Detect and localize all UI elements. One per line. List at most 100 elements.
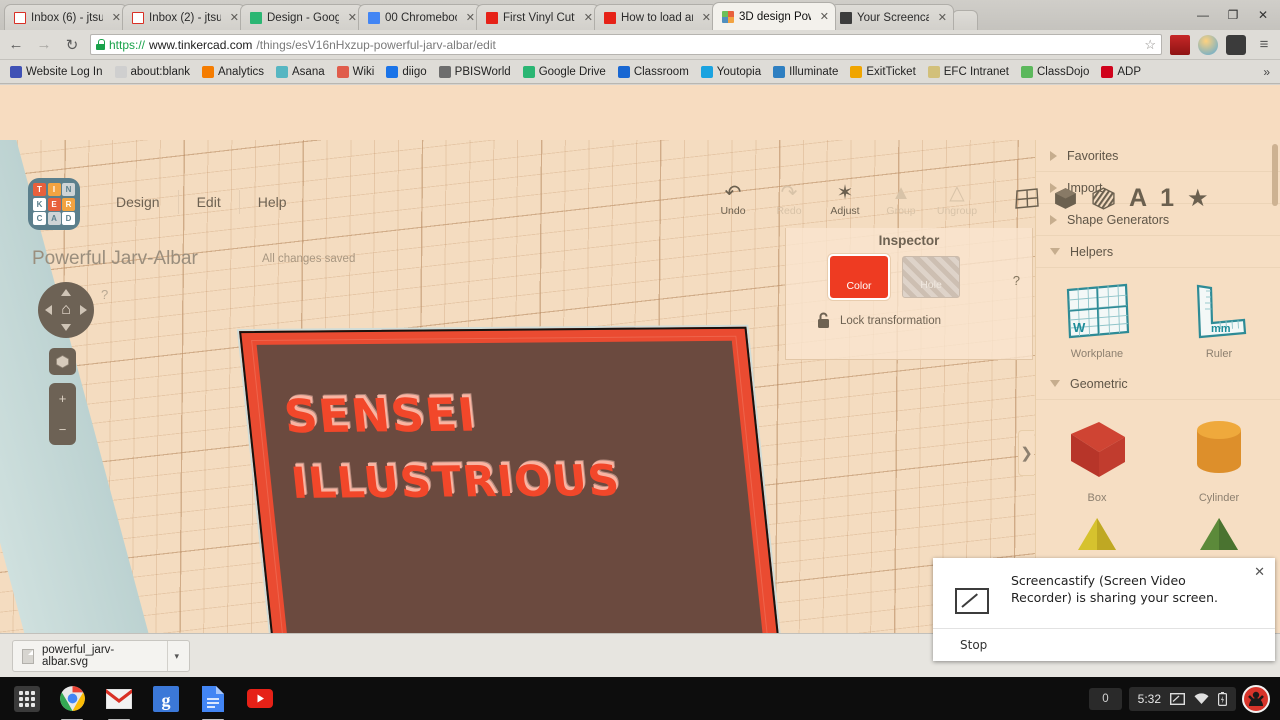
address-bar[interactable]: https://www.tinkercad.com/things/esV16nH… (90, 34, 1162, 55)
shape-item-roof[interactable] (1158, 510, 1280, 550)
forward-icon[interactable]: → (34, 35, 54, 55)
tab-close-icon[interactable]: ✕ (580, 11, 593, 24)
notification-close-icon[interactable]: ✕ (1254, 565, 1265, 580)
browser-tab[interactable]: Inbox (6) - jtsubo ✕ (4, 4, 128, 30)
browser-tab[interactable]: Inbox (2) - jtsubo ✕ (122, 4, 246, 30)
sidebar-section-geometric[interactable]: Geometric (1036, 368, 1280, 400)
tab-close-icon[interactable]: ✕ (462, 11, 475, 24)
striped-cube-icon[interactable] (1091, 186, 1116, 211)
sidebar-section-helpers[interactable]: Helpers (1036, 236, 1280, 268)
bookmark-item[interactable]: Classroom (612, 64, 695, 80)
zoom-controls[interactable]: + − (49, 383, 76, 445)
shelf-chrome-icon[interactable] (57, 684, 87, 720)
shape-item-workplane[interactable]: W Workplane (1036, 280, 1158, 360)
menu-item-design[interactable]: Design (98, 190, 179, 214)
bookmark-item[interactable]: Illuminate (767, 64, 844, 80)
orbit-down-arrow-icon[interactable] (61, 324, 71, 331)
chrome-menu-icon[interactable]: ≡ (1254, 35, 1274, 55)
minimize-button[interactable]: — (1188, 2, 1218, 28)
shelf-youtube-icon[interactable] (245, 684, 275, 714)
fit-view-button[interactable] (49, 348, 76, 375)
bookmark-star-icon[interactable]: ☆ (1144, 37, 1156, 53)
menu-item-help[interactable]: Help (240, 190, 305, 214)
hole-swatch-button[interactable]: Hole (902, 256, 960, 298)
bookmark-item[interactable]: ClassDojo (1015, 64, 1095, 80)
page-title[interactable]: Powerful Jarv-Albar (32, 248, 198, 270)
browser-tab[interactable]: 3D design Power ✕ (712, 2, 836, 30)
shape-item-ruler[interactable]: mm Ruler (1158, 280, 1280, 360)
browser-tab[interactable]: 00 Chromebook ✕ (358, 4, 482, 30)
home-view-icon[interactable]: ⌂ (61, 301, 71, 319)
browser-tab[interactable]: First Vinyl Cutting ✕ (476, 4, 600, 30)
toolbar-button-undo[interactable]: ↶ Undo (705, 183, 761, 217)
shape-item-cylinder[interactable]: Cylinder (1158, 412, 1280, 504)
back-icon[interactable]: ← (6, 35, 26, 55)
app-launcher-icon[interactable] (14, 685, 40, 712)
bookmark-item[interactable]: Website Log In (4, 64, 109, 80)
tab-close-icon[interactable]: ✕ (934, 11, 947, 24)
number-tool-icon[interactable]: 1 (1160, 186, 1174, 211)
bookmark-item[interactable]: ExitTicket (844, 64, 921, 80)
lock-transformation-row[interactable]: Lock transformation (786, 298, 1032, 329)
weather-extension-icon[interactable] (1198, 34, 1218, 55)
bookmark-item[interactable]: EFC Intranet (922, 64, 1015, 80)
browser-tab[interactable]: Your Screencasts ✕ (830, 4, 954, 30)
browser-tab[interactable]: How to load and ✕ (594, 4, 718, 30)
zoom-out-button[interactable]: − (59, 422, 67, 437)
reload-icon[interactable]: ↻ (62, 35, 82, 55)
shelf-google-search-icon[interactable]: g (151, 684, 181, 714)
battery-icon[interactable] (1218, 691, 1227, 706)
browser-tab[interactable]: Design - Google ✕ (240, 4, 364, 30)
new-tab-button[interactable] (952, 10, 978, 30)
favorites-star-icon[interactable]: ★ (1187, 186, 1209, 211)
zoom-in-button[interactable]: + (59, 391, 67, 406)
orbit-pad[interactable]: ⌂ (38, 282, 94, 338)
tab-close-icon[interactable]: ✕ (226, 11, 239, 24)
shelf-google-docs-icon[interactable] (198, 684, 228, 720)
bookmark-item[interactable]: Wiki (331, 64, 381, 80)
download-item[interactable]: powerful_jarv-albar.svg ▾ (12, 640, 190, 672)
screencastify-extension-icon[interactable] (1170, 34, 1190, 55)
user-avatar[interactable] (1242, 684, 1270, 713)
shape-item-box[interactable]: Box (1036, 412, 1158, 504)
shelf-gmail-icon[interactable] (104, 684, 134, 720)
notification-stop-button[interactable]: Stop (933, 628, 1275, 661)
bookmark-item[interactable]: diigo (380, 64, 432, 80)
bookmark-item[interactable]: PBISWorld (433, 64, 517, 80)
status-tray[interactable]: 5:32 (1128, 686, 1236, 711)
bookmark-item[interactable]: Google Drive (517, 64, 612, 80)
inspector-help-icon[interactable]: ? (1013, 273, 1020, 288)
tab-close-icon[interactable]: ✕ (108, 11, 121, 24)
sidebar-scrollbar[interactable] (1272, 144, 1278, 206)
bookmark-item[interactable]: Asana (270, 64, 331, 80)
bookmarks-overflow-button[interactable]: » (1257, 65, 1276, 79)
maximize-button[interactable]: ❐ (1218, 2, 1248, 28)
ink-extension-icon[interactable] (1226, 34, 1246, 55)
wifi-icon[interactable] (1194, 692, 1209, 705)
close-window-button[interactable]: ✕ (1248, 2, 1278, 28)
download-menu-caret-icon[interactable]: ▾ (167, 641, 185, 671)
bookmark-item[interactable]: ADP (1095, 64, 1147, 80)
tab-close-icon[interactable]: ✕ (698, 11, 711, 24)
menu-item-edit[interactable]: Edit (179, 190, 240, 214)
bookmark-item[interactable]: Youtopia (695, 64, 767, 80)
text-tool-icon[interactable]: A (1129, 186, 1147, 211)
toolbar-button-adjust[interactable]: ✶ Adjust (817, 183, 873, 217)
bookmark-item[interactable]: about:blank (109, 64, 196, 80)
tinkercad-logo[interactable]: TIN KER CAD (28, 178, 80, 230)
canvas-help-icon[interactable]: ? (101, 287, 108, 302)
sidebar-collapse-handle[interactable]: ❯ (1018, 430, 1034, 476)
tab-close-icon[interactable]: ✕ (344, 11, 357, 24)
tab-close-icon[interactable]: ✕ (816, 10, 829, 23)
sidebar-section-favorites[interactable]: Favorites (1036, 140, 1280, 172)
notification-count-badge[interactable]: 0 (1089, 687, 1122, 710)
orbit-right-arrow-icon[interactable] (80, 305, 87, 315)
orbit-up-arrow-icon[interactable] (61, 289, 71, 296)
color-swatch-button[interactable]: Color (828, 254, 890, 300)
shape-item-pyramid[interactable] (1036, 510, 1158, 550)
solid-cube-icon[interactable] (1053, 186, 1078, 211)
workplane-icon[interactable] (1014, 187, 1040, 211)
orbit-left-arrow-icon[interactable] (45, 305, 52, 315)
screen-share-icon[interactable] (1170, 692, 1185, 705)
design-object-sign[interactable]: SENSEI ILLUSTRIOUS (239, 326, 782, 633)
